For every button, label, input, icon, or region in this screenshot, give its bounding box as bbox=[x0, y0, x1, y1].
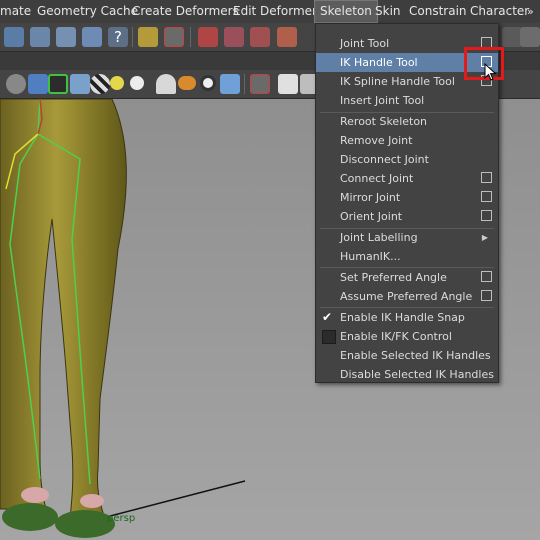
snap-curve-icon[interactable] bbox=[224, 27, 244, 47]
menu-item-joint-labelling[interactable]: Joint Labelling ▶ bbox=[316, 228, 498, 247]
lights-icon[interactable] bbox=[110, 76, 124, 90]
shadows-icon[interactable] bbox=[156, 74, 176, 94]
xray-joints-icon[interactable] bbox=[278, 74, 298, 94]
menu-item-enable-ik-handle-snap[interactable]: ✔ Enable IK Handle Snap bbox=[316, 308, 498, 327]
menu-item-label: Enable IK Handle Snap bbox=[340, 311, 465, 324]
option-box-icon[interactable] bbox=[481, 210, 492, 221]
menu-item-disconnect-joint[interactable]: Disconnect Joint bbox=[316, 150, 498, 169]
menu-item-enable-selected-ik-handles[interactable]: Enable Selected IK Handles bbox=[316, 346, 498, 365]
camera-label: persp bbox=[107, 513, 136, 524]
main-menubar: mate Geometry Cache Create Deformers Edi… bbox=[0, 0, 540, 24]
menu-geometry-cache[interactable]: Geometry Cache bbox=[37, 0, 138, 23]
menu-item-insert-joint-tool[interactable]: Insert Joint Tool bbox=[316, 91, 498, 110]
ambient-occlusion-icon[interactable] bbox=[178, 76, 196, 90]
left-shoe bbox=[2, 503, 58, 531]
menu-item-label: IK Handle Tool bbox=[340, 56, 418, 69]
submenu-arrow-icon: ▶ bbox=[481, 233, 488, 242]
menu-item-assume-preferred-angle[interactable]: Assume Preferred Angle bbox=[316, 287, 498, 306]
menu-item-disable-selected-ik-handles[interactable]: Disable Selected IK Handles bbox=[316, 365, 498, 384]
option-box-icon[interactable] bbox=[481, 172, 492, 183]
menu-item-label: IK Spline Handle Tool bbox=[340, 75, 455, 88]
help-icon[interactable]: ? bbox=[108, 27, 128, 47]
textured-icon[interactable] bbox=[90, 74, 110, 94]
menu-item-humanik[interactable]: HumanIK... bbox=[316, 247, 498, 266]
right-ankle bbox=[80, 494, 104, 508]
menu-item-label: Disable Selected IK Handles bbox=[340, 368, 494, 381]
menu-item-connect-joint[interactable]: Connect Joint bbox=[316, 169, 498, 188]
menu-character[interactable]: Character bbox=[470, 0, 529, 23]
menu-item-label: Orient Joint bbox=[340, 210, 403, 223]
menu-edit-deformers[interactable]: Edit Deformers bbox=[233, 0, 323, 23]
select-mask-icon[interactable] bbox=[164, 27, 184, 47]
xray-icon[interactable] bbox=[70, 74, 90, 94]
select-by-hierarchy-icon[interactable] bbox=[4, 27, 24, 47]
menu-item-orient-joint[interactable]: Orient Joint bbox=[316, 207, 498, 226]
menu-item-label: Connect Joint bbox=[340, 172, 414, 185]
snap-point-icon[interactable] bbox=[250, 27, 270, 47]
history-icon[interactable] bbox=[502, 27, 522, 47]
menu-item-label: Disconnect Joint bbox=[340, 153, 429, 166]
toolbar-divider bbox=[190, 27, 191, 47]
menu-item-label: HumanIK... bbox=[340, 250, 401, 263]
checkmark-icon: ✔ bbox=[322, 310, 333, 324]
menu-item-enable-ik-fk-control[interactable]: Enable IK/FK Control bbox=[316, 327, 498, 346]
menu-item-mirror-joint[interactable]: Mirror Joint bbox=[316, 188, 498, 207]
smooth-shade-icon[interactable] bbox=[28, 74, 48, 94]
isolate-select-icon[interactable] bbox=[250, 74, 270, 94]
menu-item-label: Assume Preferred Angle bbox=[340, 290, 473, 303]
paint-select-icon[interactable] bbox=[82, 27, 102, 47]
menu-item-reroot-skeleton[interactable]: Reroot Skeleton bbox=[316, 112, 498, 131]
menu-item-label: Enable Selected IK Handles bbox=[340, 349, 491, 362]
wireframe-on-shaded-icon[interactable] bbox=[48, 74, 68, 94]
lock-icon[interactable] bbox=[138, 27, 158, 47]
wireframe-icon[interactable] bbox=[6, 74, 26, 94]
menu-animate[interactable]: mate bbox=[0, 0, 31, 23]
menu-item-set-preferred-angle[interactable]: Set Preferred Angle bbox=[316, 268, 498, 287]
unchecked-box-icon bbox=[322, 330, 336, 344]
motion-blur-icon[interactable] bbox=[200, 75, 216, 91]
left-ankle bbox=[21, 487, 49, 503]
select-by-object-icon[interactable] bbox=[30, 27, 50, 47]
option-box-icon[interactable] bbox=[481, 191, 492, 202]
menubar-overflow-icon[interactable]: » bbox=[527, 0, 534, 23]
menu-item-label: Insert Joint Tool bbox=[340, 94, 425, 107]
menu-item-label: Set Preferred Angle bbox=[340, 271, 447, 284]
select-by-component-icon[interactable] bbox=[56, 27, 76, 47]
menu-item-label: Joint Tool bbox=[340, 37, 390, 50]
menu-item-label: Enable IK/FK Control bbox=[340, 330, 452, 343]
menu-item-label: Joint Labelling bbox=[340, 231, 418, 244]
option-box-icon[interactable] bbox=[481, 290, 492, 301]
menu-constrain[interactable]: Constrain bbox=[409, 0, 467, 23]
toolbar-divider bbox=[244, 74, 245, 94]
mouse-cursor-icon bbox=[484, 63, 497, 81]
menu-item-label: Mirror Joint bbox=[340, 191, 401, 204]
right-shoe bbox=[55, 510, 115, 538]
menu-skeleton[interactable]: Skeleton bbox=[314, 0, 378, 23]
menu-item-label: Remove Joint bbox=[340, 134, 413, 147]
snap-view-plane-icon[interactable] bbox=[277, 27, 297, 47]
default-light-icon[interactable] bbox=[130, 76, 144, 90]
snap-grid-icon[interactable] bbox=[198, 27, 218, 47]
menu-item-remove-joint[interactable]: Remove Joint bbox=[316, 131, 498, 150]
menu-item-label: Reroot Skeleton bbox=[340, 115, 428, 128]
menu-skin[interactable]: Skin bbox=[375, 0, 401, 23]
option-box-icon[interactable] bbox=[481, 271, 492, 282]
render-icon[interactable] bbox=[520, 27, 540, 47]
menu-create-deformers[interactable]: Create Deformers bbox=[132, 0, 239, 23]
toolbar-divider bbox=[132, 27, 133, 47]
anti-alias-icon[interactable] bbox=[220, 74, 240, 94]
